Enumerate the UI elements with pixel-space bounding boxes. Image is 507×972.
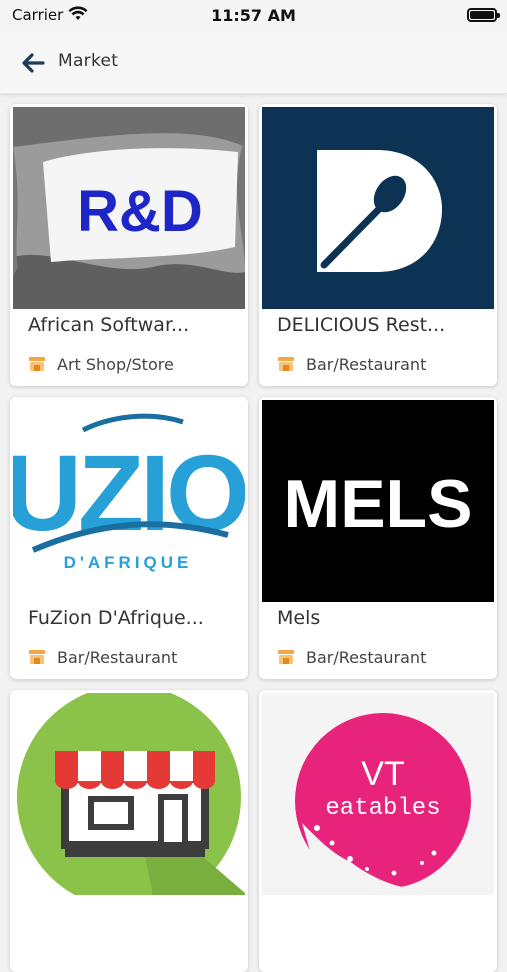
listing-category: Bar/Restaurant bbox=[277, 647, 426, 667]
listing-category: Art Shop/Store bbox=[28, 354, 174, 374]
listing-card-store[interactable] bbox=[10, 690, 248, 972]
category-label: Bar/Restaurant bbox=[57, 647, 178, 667]
listing-card-mels[interactable]: MELS Mels Bar/Restaurant bbox=[259, 397, 497, 679]
nav-bar: Market bbox=[0, 32, 507, 94]
listing-image: UZIO D'AFRIQUE bbox=[13, 400, 245, 602]
category-label: Art Shop/Store bbox=[57, 354, 174, 374]
back-arrow-icon[interactable] bbox=[18, 48, 48, 78]
listing-image: MELS bbox=[262, 400, 494, 602]
listing-image bbox=[262, 107, 494, 309]
listing-card-vt-eatables[interactable]: VT eatables bbox=[259, 690, 497, 972]
listing-name: FuZion D'Afrique... bbox=[28, 607, 204, 629]
listing-category: Bar/Restaurant bbox=[277, 354, 426, 374]
listing-name: Mels bbox=[277, 607, 321, 629]
storefront-icon bbox=[29, 357, 45, 371]
listing-image: VT eatables bbox=[262, 693, 494, 895]
category-label: Bar/Restaurant bbox=[306, 354, 427, 374]
listing-image: R&D bbox=[13, 107, 245, 309]
vt-logo-text: VT bbox=[361, 755, 404, 793]
listing-image bbox=[13, 693, 245, 895]
storefront-icon bbox=[278, 357, 294, 371]
clock: 11:57 AM bbox=[211, 6, 296, 25]
listing-card-fuzion[interactable]: UZIO D'AFRIQUE FuZion D'Afrique... Bar/R… bbox=[10, 397, 248, 679]
fuzion-logo-subtext: D'AFRIQUE bbox=[64, 553, 193, 572]
status-bar: Carrier 11:57 AM bbox=[0, 0, 507, 32]
listing-name: DELICIOUS Rest... bbox=[277, 314, 446, 336]
rd-logo-text: R&D bbox=[77, 179, 203, 244]
vt-logo-subtext: eatables bbox=[325, 795, 440, 822]
listing-category: Bar/Restaurant bbox=[28, 647, 177, 667]
page-title: Market bbox=[58, 51, 119, 71]
listing-card-delicious[interactable]: DELICIOUS Rest... Bar/Restaurant bbox=[259, 104, 497, 386]
battery-icon bbox=[467, 8, 500, 22]
storefront-icon bbox=[278, 650, 294, 664]
listing-card-african-software[interactable]: R&D African Softwar... Art Shop/Store bbox=[10, 104, 248, 386]
category-label: Bar/Restaurant bbox=[306, 647, 427, 667]
mels-logo-text: MELS bbox=[284, 466, 473, 542]
listing-name: African Softwar... bbox=[28, 314, 190, 336]
fuzion-logo-text: UZIO bbox=[13, 432, 245, 553]
storefront-icon bbox=[29, 650, 45, 664]
